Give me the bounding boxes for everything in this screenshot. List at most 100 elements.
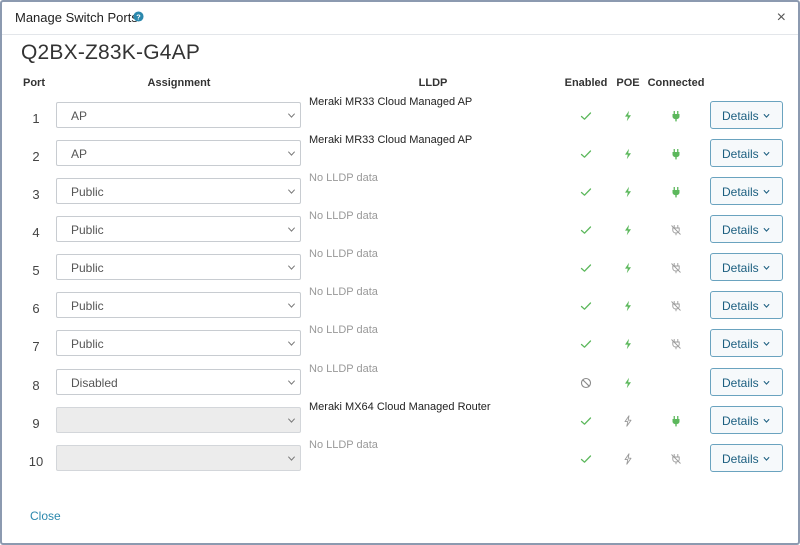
help-circle-icon[interactable]: ? bbox=[133, 11, 144, 22]
lldp-info: No LLDP data bbox=[309, 210, 378, 222]
details-label: Details bbox=[722, 414, 759, 428]
assignment-value: Public bbox=[71, 299, 104, 313]
lldp-info: No LLDP data bbox=[309, 248, 378, 260]
port-row: 4 Public No LLDP data Details bbox=[2, 210, 798, 254]
details-button[interactable]: Details bbox=[710, 139, 783, 167]
details-button[interactable]: Details bbox=[710, 215, 783, 243]
check-icon bbox=[580, 452, 592, 464]
check-icon bbox=[580, 185, 592, 197]
column-header-poe: POE bbox=[616, 77, 640, 89]
details-button[interactable]: Details bbox=[710, 253, 783, 281]
lldp-info: No LLDP data bbox=[309, 439, 378, 451]
poe-bolt-icon bbox=[622, 109, 634, 122]
details-button[interactable]: Details bbox=[710, 177, 783, 205]
assignment-select bbox=[56, 445, 301, 471]
device-serial: Q2BX-Z83K-G4AP bbox=[21, 41, 201, 64]
details-button[interactable]: Details bbox=[710, 368, 783, 396]
assignment-select[interactable]: AP bbox=[56, 102, 301, 128]
details-label: Details bbox=[722, 376, 759, 390]
details-label: Details bbox=[722, 261, 759, 275]
column-header-lldp: LLDP bbox=[418, 77, 448, 89]
port-row: 2 AP Meraki MR33 Cloud Managed AP Details bbox=[2, 134, 798, 178]
lldp-info: Meraki MR33 Cloud Managed AP bbox=[309, 96, 473, 108]
assignment-select[interactable]: Public bbox=[56, 292, 301, 318]
details-button[interactable]: Details bbox=[710, 101, 783, 129]
lldp-info: No LLDP data bbox=[309, 363, 378, 375]
details-label: Details bbox=[722, 185, 759, 199]
chevron-down-icon bbox=[287, 303, 296, 308]
modal-header: Manage Switch Ports ? × bbox=[2, 2, 798, 35]
manage-switch-ports-modal: Manage Switch Ports ? × Q2BX-Z83K-G4AP P… bbox=[0, 0, 800, 545]
check-icon bbox=[580, 223, 592, 235]
port-row: 6 Public No LLDP data Details bbox=[2, 286, 798, 330]
details-button[interactable]: Details bbox=[710, 406, 783, 434]
port-number: 7 bbox=[32, 339, 40, 354]
poe-bolt-icon bbox=[622, 337, 634, 350]
chevron-down-icon bbox=[763, 227, 770, 232]
port-number: 2 bbox=[32, 149, 40, 164]
assignment-select[interactable]: Public bbox=[56, 330, 301, 356]
assignment-select[interactable]: Public bbox=[56, 178, 301, 204]
plug-connected-icon bbox=[670, 414, 682, 427]
disabled-circle-icon bbox=[580, 376, 592, 389]
check-icon bbox=[580, 109, 592, 121]
modal-title: Manage Switch Ports bbox=[15, 10, 138, 25]
poe-bolt-icon bbox=[622, 185, 634, 198]
close-icon[interactable]: × bbox=[777, 10, 786, 26]
column-header-connected: Connected bbox=[647, 77, 705, 89]
assignment-value: Public bbox=[71, 261, 104, 275]
assignment-select[interactable]: Disabled bbox=[56, 369, 301, 395]
lldp-info: No LLDP data bbox=[309, 286, 378, 298]
details-label: Details bbox=[722, 109, 759, 123]
chevron-down-icon bbox=[287, 113, 296, 118]
chevron-down-icon bbox=[763, 380, 770, 385]
close-button[interactable]: Close bbox=[30, 509, 61, 523]
plug-disconnected-icon bbox=[670, 299, 682, 312]
chevron-down-icon bbox=[287, 265, 296, 270]
plug-connected-icon bbox=[670, 109, 682, 122]
lldp-info: Meraki MX64 Cloud Managed Router bbox=[309, 401, 491, 413]
port-row: 7 Public No LLDP data Details bbox=[2, 324, 798, 368]
details-button[interactable]: Details bbox=[710, 291, 783, 319]
assignment-value: Public bbox=[71, 223, 104, 237]
assignment-value: Disabled bbox=[71, 376, 118, 390]
chevron-down-icon bbox=[287, 151, 296, 156]
port-number: 9 bbox=[32, 416, 40, 431]
poe-bolt-inactive-icon bbox=[622, 452, 634, 465]
check-icon bbox=[580, 299, 592, 311]
lldp-info: No LLDP data bbox=[309, 324, 378, 336]
chevron-down-icon bbox=[763, 341, 770, 346]
assignment-value: Public bbox=[71, 185, 104, 199]
port-number: 1 bbox=[32, 111, 40, 126]
chevron-down-icon bbox=[763, 189, 770, 194]
poe-bolt-inactive-icon bbox=[622, 414, 634, 427]
column-header-assignment: Assignment bbox=[147, 77, 211, 89]
assignment-select[interactable]: Public bbox=[56, 254, 301, 280]
chevron-down-icon bbox=[287, 456, 296, 461]
plug-disconnected-icon bbox=[670, 452, 682, 465]
assignment-value: AP bbox=[71, 147, 88, 161]
assignment-select[interactable]: Public bbox=[56, 216, 301, 242]
port-number: 5 bbox=[32, 263, 40, 278]
assignment-select[interactable]: AP bbox=[56, 140, 301, 166]
assignment-value: AP bbox=[71, 109, 88, 123]
poe-bolt-icon bbox=[622, 147, 634, 160]
plug-connected-icon bbox=[670, 185, 682, 198]
plug-disconnected-icon bbox=[670, 261, 682, 274]
chevron-down-icon bbox=[287, 380, 296, 385]
chevron-down-icon bbox=[763, 113, 770, 118]
plug-connected-icon bbox=[670, 147, 682, 160]
port-row: 5 Public No LLDP data Details bbox=[2, 248, 798, 292]
plug-disconnected-icon bbox=[670, 223, 682, 236]
poe-bolt-icon bbox=[622, 223, 634, 236]
details-button[interactable]: Details bbox=[710, 329, 783, 357]
port-number: 3 bbox=[32, 187, 40, 202]
port-number: 4 bbox=[32, 225, 40, 240]
check-icon bbox=[580, 261, 592, 273]
port-row: 3 Public No LLDP data Details bbox=[2, 172, 798, 216]
check-icon bbox=[580, 337, 592, 349]
details-button[interactable]: Details bbox=[710, 444, 783, 472]
assignment-select bbox=[56, 407, 301, 433]
chevron-down-icon bbox=[763, 418, 770, 423]
port-row: 10 No LLDP data Details bbox=[2, 439, 798, 483]
